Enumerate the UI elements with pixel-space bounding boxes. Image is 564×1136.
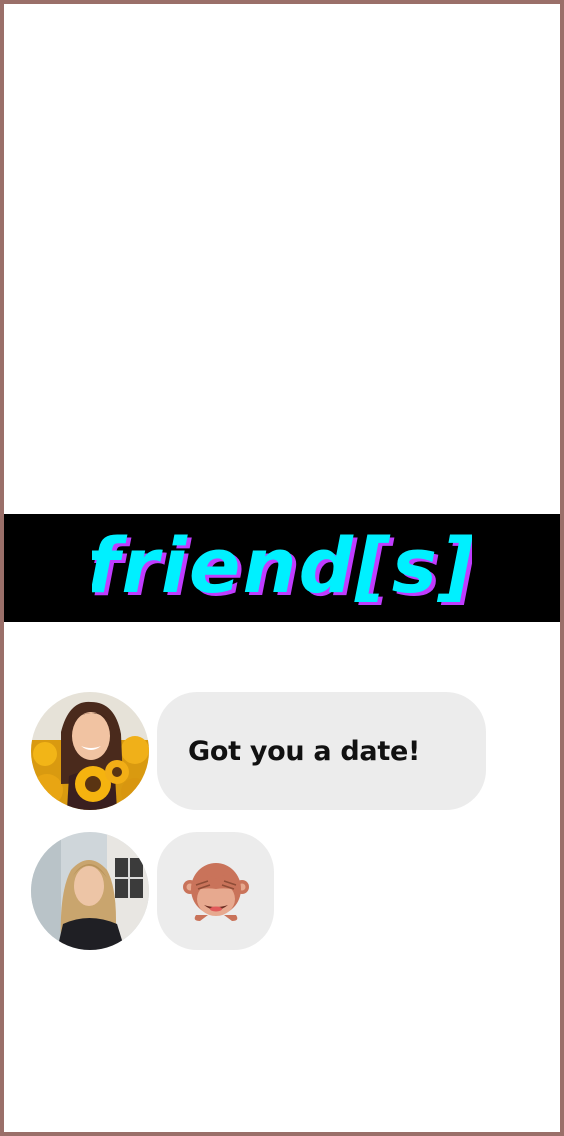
see-no-evil-monkey-icon: [182, 863, 249, 921]
blonde-girl-avatar[interactable]: [31, 832, 149, 950]
brand-banner: friend[s] friend[s]: [4, 514, 560, 622]
message-bubble[interactable]: Got you a date!: [157, 692, 486, 810]
girl-with-sunflowers-avatar[interactable]: [31, 692, 149, 810]
message-bubble[interactable]: [157, 832, 274, 950]
message-text: Got you a date!: [188, 735, 420, 767]
message-row: Got you a date!: [31, 692, 486, 810]
logo-text: friend[s]: [92, 523, 472, 610]
message-row: [31, 832, 274, 950]
friends-logo: friend[s] friend[s]: [92, 523, 472, 613]
